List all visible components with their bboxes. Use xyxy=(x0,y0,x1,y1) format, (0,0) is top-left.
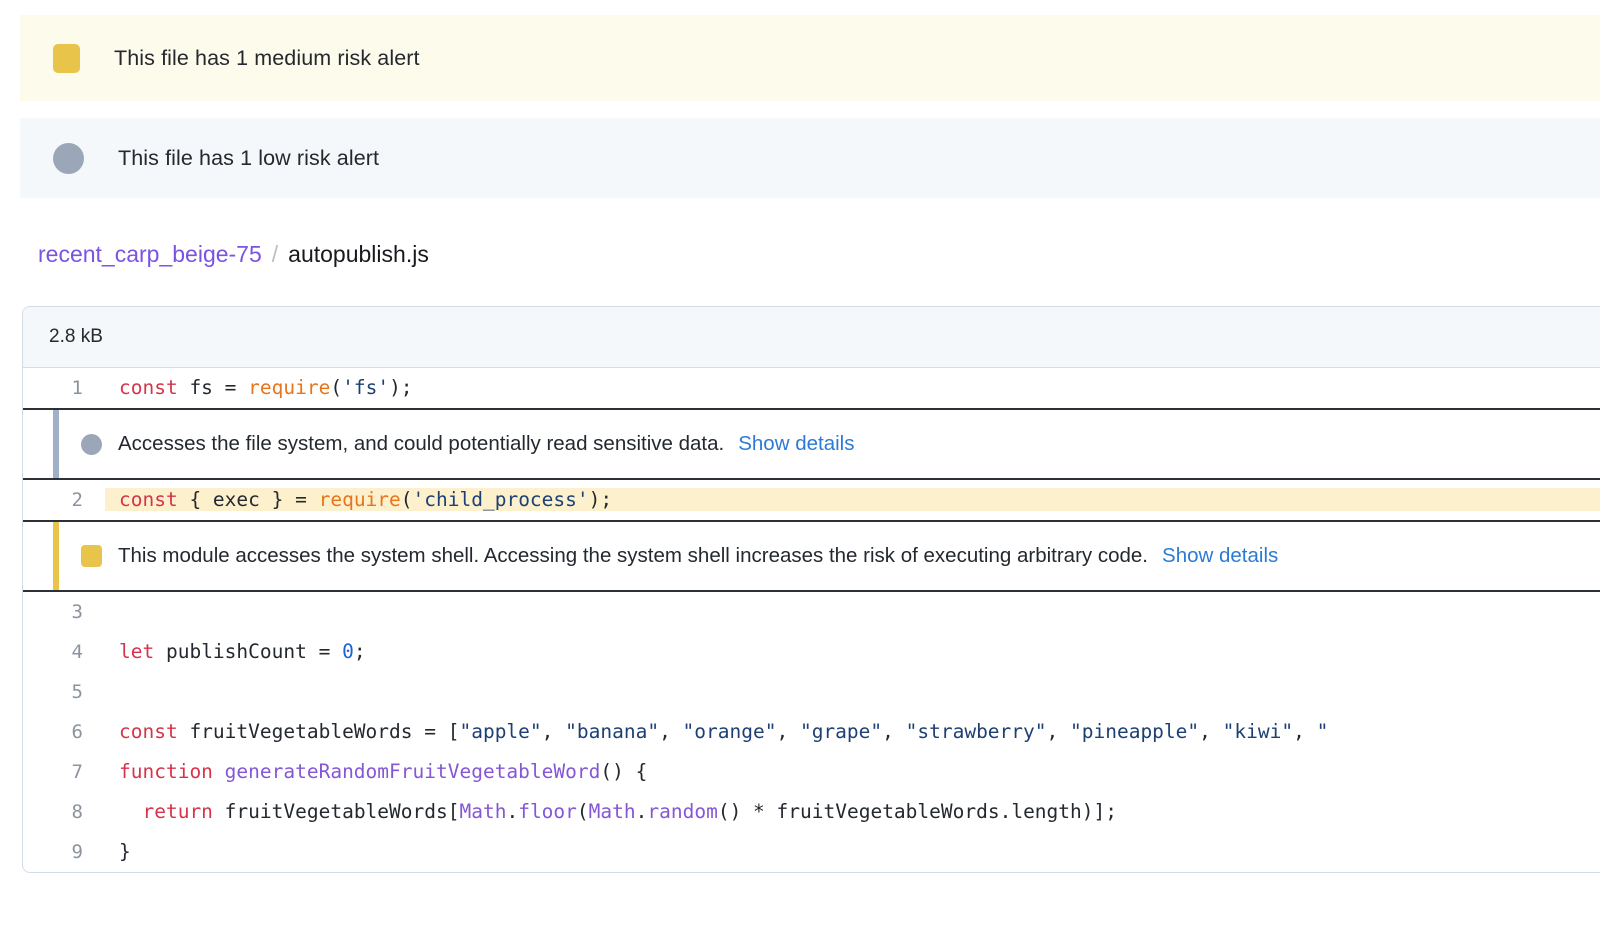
code-token: Math xyxy=(589,800,636,823)
code-viewer[interactable]: 1const fs = require('fs');Accesses the f… xyxy=(23,368,1600,872)
code-token: require xyxy=(248,376,330,399)
breadcrumb-separator: / xyxy=(272,241,278,268)
code-line: 7function generateRandomFruitVegetableWo… xyxy=(23,752,1600,792)
show-details-link[interactable]: Show details xyxy=(738,432,854,456)
medium-risk-banner-text: This file has 1 medium risk alert xyxy=(114,46,420,71)
code-token: const xyxy=(119,488,178,511)
code-token: let xyxy=(119,640,154,663)
alert-body: This module accesses the system shell. A… xyxy=(59,522,1600,590)
line-content: return fruitVegetableWords[Math.floor(Ma… xyxy=(105,800,1600,823)
code-token: ); xyxy=(589,488,612,511)
show-details-link[interactable]: Show details xyxy=(1162,544,1278,568)
code-token: require xyxy=(319,488,401,511)
code-token: ; xyxy=(354,640,366,663)
code-token: fruitVegetableWords[ xyxy=(213,800,460,823)
medium-risk-banner: This file has 1 medium risk alert xyxy=(20,15,1600,101)
code-token: , xyxy=(882,720,905,743)
code-token: "strawberry" xyxy=(906,720,1047,743)
code-token: , xyxy=(1293,720,1316,743)
inline-alert-low: Accesses the file system, and could pote… xyxy=(23,408,1600,480)
code-token: random xyxy=(647,800,717,823)
line-number: 2 xyxy=(23,489,105,511)
line-content: const fruitVegetableWords = ["apple", "b… xyxy=(105,720,1600,743)
alert-message: This module accesses the system shell. A… xyxy=(118,544,1148,568)
line-content: let publishCount = 0; xyxy=(105,640,1600,663)
code-token: fs = xyxy=(178,376,248,399)
code-token: "apple" xyxy=(459,720,541,743)
line-content: const { exec } = require('child_process'… xyxy=(105,488,1600,511)
line-content: const fs = require('fs'); xyxy=(105,376,1600,399)
breadcrumb: recent_carp_beige-75 / autopublish.js xyxy=(38,241,429,268)
code-token: "kiwi" xyxy=(1223,720,1293,743)
code-token: 0 xyxy=(342,640,354,663)
file-alerts-page: This file has 1 medium risk alert This f… xyxy=(0,0,1600,937)
line-content: } xyxy=(105,840,1600,863)
low-risk-banner: This file has 1 low risk alert xyxy=(20,118,1600,198)
file-code-card: 2.8 kB 1const fs = require('fs');Accesse… xyxy=(22,306,1600,873)
medium-risk-square-icon xyxy=(81,545,102,567)
code-token: function xyxy=(119,760,213,783)
code-token: } xyxy=(119,840,131,863)
code-token: ( xyxy=(330,376,342,399)
code-token: const xyxy=(119,376,178,399)
code-token: return xyxy=(142,800,212,823)
code-line: 1const fs = require('fs'); xyxy=(23,368,1600,408)
code-token: const xyxy=(119,720,178,743)
line-number: 6 xyxy=(23,721,105,743)
code-token: 'fs' xyxy=(342,376,389,399)
code-line: 2const { exec } = require('child_process… xyxy=(23,480,1600,520)
code-token: ( xyxy=(401,488,413,511)
medium-risk-square-icon xyxy=(53,44,80,73)
code-token: , xyxy=(542,720,565,743)
code-line: 3 xyxy=(23,592,1600,632)
code-token: 'child_process' xyxy=(413,488,589,511)
code-token: , xyxy=(659,720,682,743)
low-risk-banner-text: This file has 1 low risk alert xyxy=(118,146,379,171)
line-number: 7 xyxy=(23,761,105,783)
line-number: 4 xyxy=(23,641,105,663)
low-risk-circle-icon xyxy=(81,434,102,455)
code-token: ( xyxy=(577,800,589,823)
line-number: 5 xyxy=(23,681,105,703)
code-token: publishCount = xyxy=(154,640,342,663)
alert-body: Accesses the file system, and could pote… xyxy=(59,410,1600,478)
code-token: () * fruitVegetableWords.length)]; xyxy=(718,800,1117,823)
low-risk-circle-icon xyxy=(53,143,84,174)
code-token: ); xyxy=(389,376,412,399)
code-line: 8 return fruitVegetableWords[Math.floor(… xyxy=(23,792,1600,832)
code-token: "orange" xyxy=(683,720,777,743)
code-token: , xyxy=(1199,720,1222,743)
code-line: 4let publishCount = 0; xyxy=(23,632,1600,672)
line-content: function generateRandomFruitVegetableWor… xyxy=(105,760,1600,783)
code-token: fruitVegetableWords = [ xyxy=(178,720,460,743)
breadcrumb-file-name: autopublish.js xyxy=(288,241,429,268)
code-token: . xyxy=(636,800,648,823)
inline-alert-medium: This module accesses the system shell. A… xyxy=(23,520,1600,592)
code-token: , xyxy=(1047,720,1070,743)
code-token: generateRandomFruitVegetableWord xyxy=(225,760,601,783)
code-token: () { xyxy=(600,760,647,783)
code-line: 9} xyxy=(23,832,1600,872)
code-token xyxy=(119,800,142,823)
code-token: "banana" xyxy=(565,720,659,743)
code-token: floor xyxy=(518,800,577,823)
line-number: 9 xyxy=(23,841,105,863)
code-line: 6const fruitVegetableWords = ["apple", "… xyxy=(23,712,1600,752)
breadcrumb-repo-link[interactable]: recent_carp_beige-75 xyxy=(38,241,262,268)
line-number: 3 xyxy=(23,601,105,623)
code-token: Math xyxy=(459,800,506,823)
code-line: 5 xyxy=(23,672,1600,712)
file-size-label: 2.8 kB xyxy=(49,326,103,348)
code-token xyxy=(213,760,225,783)
line-number: 1 xyxy=(23,377,105,399)
line-number: 8 xyxy=(23,801,105,823)
code-token: { exec } = xyxy=(178,488,319,511)
code-token: " xyxy=(1317,720,1329,743)
code-token: , xyxy=(776,720,799,743)
file-card-header: 2.8 kB xyxy=(23,307,1600,368)
code-token: . xyxy=(506,800,518,823)
alert-message: Accesses the file system, and could pote… xyxy=(118,432,724,456)
code-token: "grape" xyxy=(800,720,882,743)
code-token: "pineapple" xyxy=(1070,720,1199,743)
